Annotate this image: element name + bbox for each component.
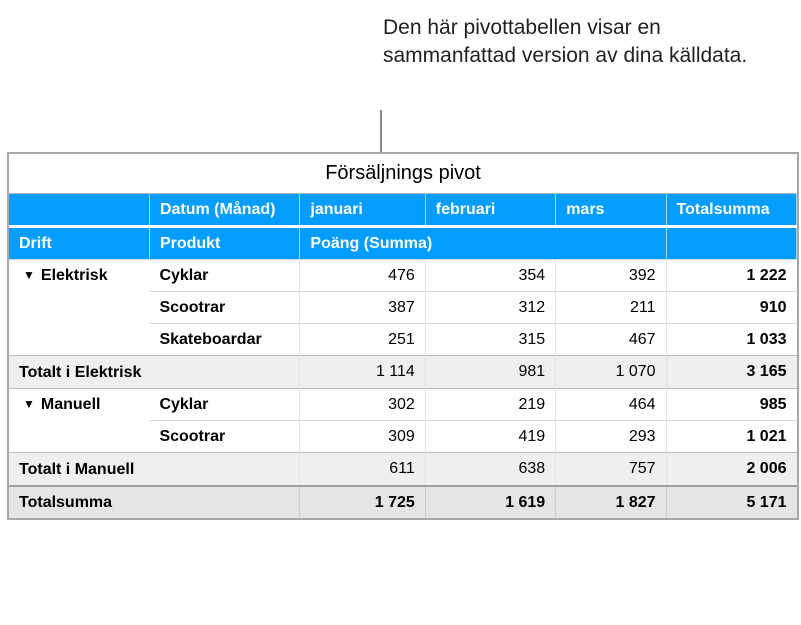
table-row: ▼ Manuell Cyklar 302 219 464 985 [9, 389, 797, 421]
cell-value: 467 [556, 324, 666, 356]
header-month-mar[interactable]: mars [556, 194, 666, 227]
header-blank2 [666, 227, 796, 260]
grand-value: 1 619 [425, 486, 555, 518]
cell-value: 419 [425, 421, 555, 453]
subtotal-row: Totalt i Manuell 611 638 757 2 006 [9, 453, 797, 487]
grand-value: 1 725 [300, 486, 425, 518]
table-row: Scootrar 387 312 211 910 [9, 292, 797, 324]
subtotal-value: 1 070 [556, 356, 666, 389]
cell-value: 476 [300, 260, 425, 292]
product-label: Scootrar [149, 292, 299, 324]
header-blank [9, 194, 149, 227]
header-row-1: Datum (Månad) januari februari mars Tota… [9, 194, 797, 227]
product-label: Skateboardar [149, 324, 299, 356]
subtotal-label: Totalt i Elektrisk [9, 356, 300, 389]
grand-label: Totalsumma [9, 486, 300, 518]
group-name: Manuell [41, 396, 101, 413]
cell-rowtotal: 910 [666, 292, 796, 324]
chevron-down-icon: ▼ [23, 396, 35, 412]
product-label: Cyklar [149, 260, 299, 292]
group-toggle-manuell[interactable]: ▼ Manuell [9, 389, 149, 421]
cell-value: 387 [300, 292, 425, 324]
cell-rowtotal: 1 222 [666, 260, 796, 292]
pivot-table: Försäljnings pivot Datum (Månad) januari… [7, 152, 799, 520]
table-row: Scootrar 309 419 293 1 021 [9, 421, 797, 453]
table-row: ▼ Elektrisk Cyklar 476 354 392 1 222 [9, 260, 797, 292]
subtotal-value: 981 [425, 356, 555, 389]
cell-value: 315 [425, 324, 555, 356]
product-label: Cyklar [149, 389, 299, 421]
header-month-jan[interactable]: januari [300, 194, 425, 227]
chevron-down-icon: ▼ [23, 267, 35, 283]
cell-value: 251 [300, 324, 425, 356]
header-poang: Poäng (Summa) [300, 227, 666, 260]
cell-rowtotal: 1 021 [666, 421, 796, 453]
subtotal-label: Totalt i Manuell [9, 453, 300, 487]
cell-value: 354 [425, 260, 555, 292]
table-title: Försäljnings pivot [9, 154, 797, 194]
grand-total: 5 171 [666, 486, 796, 518]
subtotal-row: Totalt i Elektrisk 1 114 981 1 070 3 165 [9, 356, 797, 389]
subtotal-value: 611 [300, 453, 425, 487]
group-toggle-elektrisk[interactable]: ▼ Elektrisk [9, 260, 149, 292]
table-row: Skateboardar 251 315 467 1 033 [9, 324, 797, 356]
cell-value: 293 [556, 421, 666, 453]
callout-text: Den här pivottabellen visar en sammanfat… [383, 14, 763, 71]
pivot-grid: Datum (Månad) januari februari mars Tota… [9, 194, 797, 518]
grand-total-row: Totalsumma 1 725 1 619 1 827 5 171 [9, 486, 797, 518]
subtotal-total: 3 165 [666, 356, 796, 389]
header-drift[interactable]: Drift [9, 227, 149, 260]
group-name: Elektrisk [41, 267, 108, 284]
subtotal-total: 2 006 [666, 453, 796, 487]
cell-value: 219 [425, 389, 555, 421]
header-total: Totalsumma [666, 194, 796, 227]
header-row-2: Drift Produkt Poäng (Summa) [9, 227, 797, 260]
cell-value: 211 [556, 292, 666, 324]
cell-value: 309 [300, 421, 425, 453]
group-spacer [9, 324, 149, 356]
header-date[interactable]: Datum (Månad) [149, 194, 299, 227]
cell-value: 312 [425, 292, 555, 324]
cell-value: 392 [556, 260, 666, 292]
group-spacer [9, 292, 149, 324]
cell-rowtotal: 985 [666, 389, 796, 421]
subtotal-value: 1 114 [300, 356, 425, 389]
header-month-feb[interactable]: februari [425, 194, 555, 227]
subtotal-value: 638 [425, 453, 555, 487]
cell-rowtotal: 1 033 [666, 324, 796, 356]
subtotal-value: 757 [556, 453, 666, 487]
header-produkt[interactable]: Produkt [149, 227, 299, 260]
cell-value: 302 [300, 389, 425, 421]
product-label: Scootrar [149, 421, 299, 453]
cell-value: 464 [556, 389, 666, 421]
grand-value: 1 827 [556, 486, 666, 518]
group-spacer [9, 421, 149, 453]
